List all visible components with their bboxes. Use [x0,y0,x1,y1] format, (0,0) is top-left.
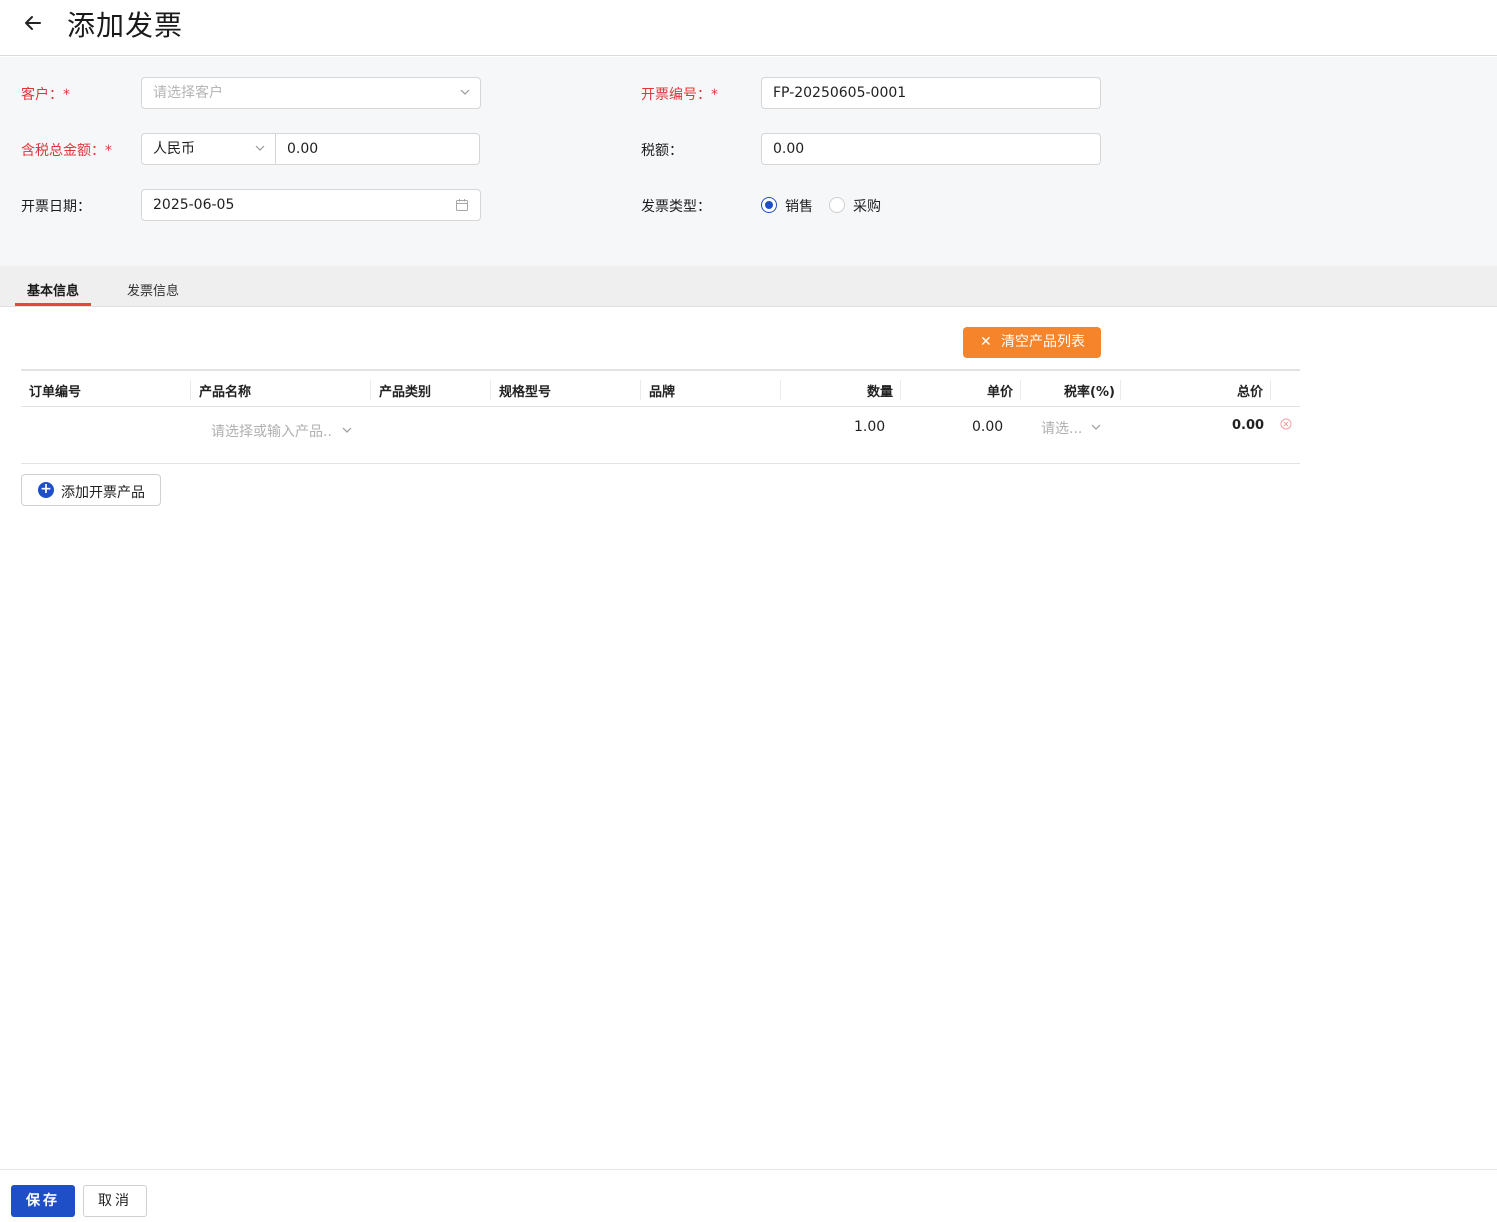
customer-label: 客户：* [21,87,70,103]
invoice-no-label: 开票编号：* [641,87,718,103]
remove-row-icon[interactable] [1280,418,1292,430]
table-row: 请选择或输入产品.. 1.00 0.00 请选... 0.00 [21,407,1300,464]
clear-product-list-label: 清空产品列表 [1001,334,1085,350]
tax-label: 税额： [641,143,683,159]
table-header: 订单编号 产品名称 产品类别 规格型号 品牌 数量 单价 税率(%) 总价 [21,369,1300,407]
invoice-type-label: 发票类型： [641,199,711,215]
invoice-date-label: 开票日期： [21,199,91,215]
chevron-down-icon [1091,424,1101,430]
currency-select[interactable]: 人民币 [141,133,276,165]
tab-bar: 基本信息 发票信息 [0,266,1497,307]
col-tax-rate: 税率(%) [1064,385,1115,400]
col-brand: 品牌 [649,385,676,400]
invoice-date-value: 2025-06-05 [153,197,235,213]
invoice-form: 客户：* 请选择客户 开票编号：* FP-20250605-0001 含税总金额… [0,57,1497,266]
radio-sales[interactable] [761,197,777,213]
radio-purchase[interactable] [829,197,845,213]
chevron-down-icon [342,427,352,433]
back-arrow-icon[interactable] [20,10,46,36]
add-invoice-product-button[interactable]: + 添加开票产品 [21,474,161,506]
tab-active-indicator [15,303,91,306]
total-amount-label: 含税总金额：* [21,143,112,159]
clear-product-list-button[interactable]: ✕ 清空产品列表 [963,327,1101,358]
col-order-no: 订单编号 [29,385,82,400]
cancel-button[interactable]: 取消 [83,1185,147,1217]
radio-sales-label: 销售 [785,199,813,215]
col-qty: 数量 [867,385,894,400]
save-button[interactable]: 保存 [11,1185,75,1217]
currency-value: 人民币 [153,141,195,157]
close-icon: ✕ [980,334,992,350]
customer-select[interactable]: 请选择客户 [141,77,481,109]
col-total: 总价 [1237,385,1264,400]
page-footer: 保存 取消 [0,1169,1497,1222]
calendar-icon [456,199,468,211]
plus-circle-icon: + [38,482,54,498]
add-invoice-product-label: 添加开票产品 [61,485,145,501]
tab-basic-info[interactable]: 基本信息 [27,280,79,299]
page-title: 添加发票 [67,9,184,42]
tax-rate-select[interactable]: 请选... [1041,418,1101,438]
product-select[interactable]: 请选择或输入产品.. [211,421,352,441]
chevron-down-icon [460,89,470,95]
radio-purchase-label: 采购 [853,199,881,215]
total-amount-input[interactable]: 0.00 [275,133,480,165]
invoice-no-input[interactable]: FP-20250605-0001 [761,77,1101,109]
col-unit-price: 单价 [987,385,1014,400]
col-category: 产品类别 [379,385,432,400]
col-product-name: 产品名称 [199,385,252,400]
tax-input[interactable]: 0.00 [761,133,1101,165]
tax-rate-placeholder: 请选... [1041,421,1083,437]
total-cell: 0.00 [1232,418,1265,433]
tab-invoice-info[interactable]: 发票信息 [127,280,179,299]
product-select-placeholder: 请选择或输入产品.. [211,424,332,440]
page-header: 添加发票 [0,0,1497,56]
chevron-down-icon [255,145,265,151]
unit-price-cell[interactable]: 0.00 [972,419,1003,435]
col-spec: 规格型号 [499,385,552,400]
invoice-date-picker[interactable]: 2025-06-05 [141,189,481,221]
qty-cell[interactable]: 1.00 [854,419,885,435]
customer-placeholder: 请选择客户 [153,85,223,101]
